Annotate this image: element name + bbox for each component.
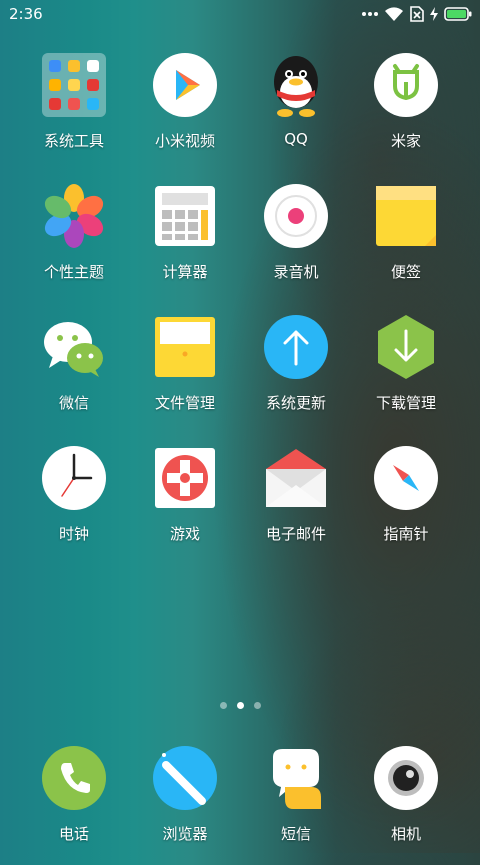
page-dot[interactable]: [219, 702, 227, 709]
app-label: 系统更新: [265, 394, 326, 412]
calculator-icon: [155, 186, 215, 246]
status-icons: [362, 6, 472, 22]
more-dots-icon: [362, 12, 378, 16]
app-label: 下载管理: [375, 394, 436, 412]
app-label: 个性主题: [43, 263, 104, 281]
system-update-icon: [264, 315, 328, 379]
status-time: 2:36: [9, 5, 43, 23]
download-manager-icon: [378, 315, 434, 379]
dock-app-phone[interactable]: 电话: [19, 745, 129, 865]
qq-penguin-icon: [274, 56, 318, 117]
app-label: 米家: [390, 132, 421, 150]
compass-icon: [374, 446, 438, 510]
folder-icon: [42, 53, 106, 117]
app-label: 电话: [58, 825, 89, 843]
browser-icon: [153, 746, 217, 810]
battery-icon: [444, 7, 472, 21]
app-label: 录音机: [273, 263, 319, 281]
app-wechat[interactable]: 微信: [19, 314, 129, 434]
games-icon: [155, 448, 215, 508]
app-compass[interactable]: 指南针: [351, 445, 461, 565]
app-themes[interactable]: 个性主题: [19, 183, 129, 303]
app-recorder[interactable]: 录音机: [241, 183, 351, 303]
camera-icon: [374, 746, 438, 810]
page-dot-current[interactable]: [236, 702, 244, 709]
app-label: 微信: [58, 394, 89, 412]
app-label: 计算器: [162, 263, 208, 281]
mijia-icon: [374, 53, 438, 117]
app-label: 游戏: [169, 525, 200, 543]
app-games[interactable]: 游戏: [130, 445, 240, 565]
status-bar: 2:36: [0, 0, 480, 30]
app-system-tools[interactable]: 系统工具: [19, 52, 129, 172]
app-system-update[interactable]: 系统更新: [241, 314, 351, 434]
app-label: 文件管理: [154, 394, 215, 412]
app-label: 系统工具: [43, 132, 104, 150]
app-label: 浏览器: [162, 825, 208, 843]
app-notes[interactable]: 便签: [351, 183, 461, 303]
app-qq[interactable]: QQ: [241, 52, 351, 172]
app-email[interactable]: 电子邮件: [241, 445, 351, 565]
app-label: 便签: [390, 263, 421, 281]
theme-pinwheel-icon: [44, 184, 104, 248]
file-manager-icon: [155, 317, 215, 377]
page-indicator: [0, 702, 480, 709]
app-file-manager[interactable]: 文件管理: [130, 314, 240, 434]
app-label: 电子邮件: [265, 525, 326, 543]
app-calculator[interactable]: 计算器: [130, 183, 240, 303]
app-mi-video[interactable]: 小米视频: [130, 52, 240, 172]
email-icon: [266, 449, 326, 507]
dock-app-messages[interactable]: 短信: [241, 745, 351, 865]
wifi-icon: [385, 7, 403, 21]
phone-icon: [42, 746, 106, 810]
wechat-icon: [44, 322, 103, 377]
dock-app-browser[interactable]: 浏览器: [130, 745, 240, 865]
app-label: 时钟: [58, 525, 89, 543]
no-sim-icon: [410, 6, 424, 22]
app-download-manager[interactable]: 下载管理: [351, 314, 461, 434]
video-play-icon: [153, 53, 217, 117]
notes-icon: [376, 186, 436, 246]
home-screen: { "status_bar": { "time": "2:36" }, "app…: [0, 0, 480, 853]
page-dot[interactable]: [253, 702, 261, 709]
app-clock[interactable]: 时钟: [19, 445, 129, 565]
app-label: 小米视频: [154, 132, 215, 150]
app-mijia[interactable]: 米家: [351, 52, 461, 172]
recorder-icon: [264, 184, 328, 248]
app-label: 相机: [390, 825, 421, 843]
app-label: 短信: [280, 825, 311, 843]
clock-icon: [42, 446, 106, 510]
app-label: 指南针: [383, 525, 429, 543]
messages-icon: [273, 749, 321, 809]
dock-app-camera[interactable]: 相机: [351, 745, 461, 865]
app-label: QQ: [284, 130, 308, 148]
charging-bolt-icon: [430, 7, 438, 21]
